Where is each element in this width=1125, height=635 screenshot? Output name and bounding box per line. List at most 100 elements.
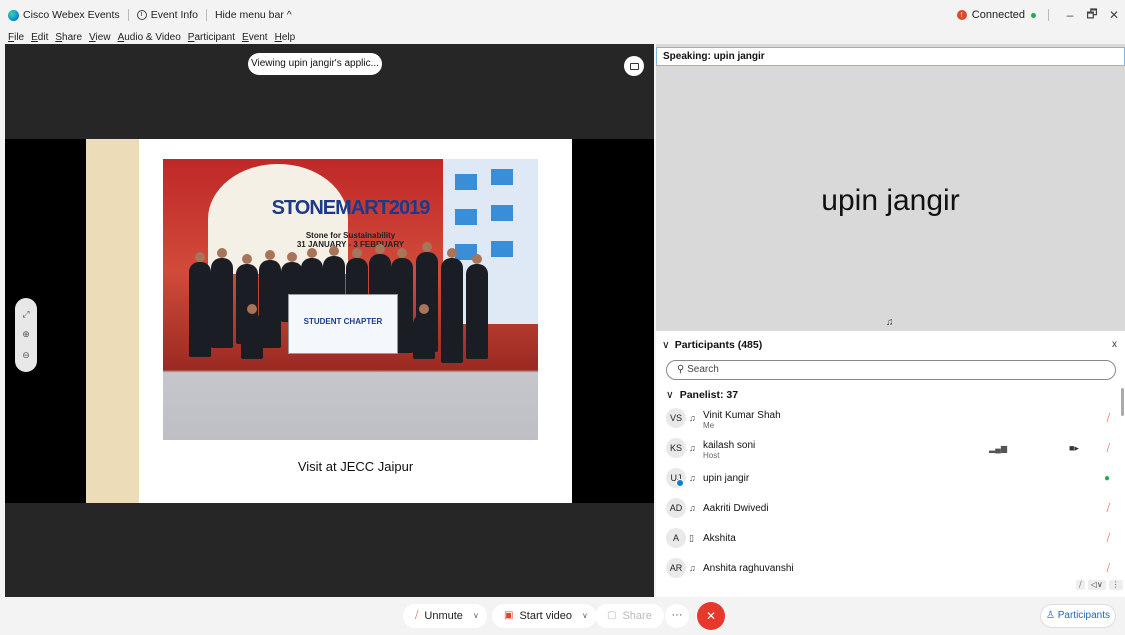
connection-status[interactable]: Connected [972,9,1025,21]
menu-event[interactable]: Event [242,32,268,43]
participant-role: Me [703,421,715,430]
mic-on-icon[interactable]: ● [1104,473,1110,484]
event-info-label: Event Info [150,9,198,21]
participant-row[interactable]: A ▯ Akshita ⧸ [656,523,1118,553]
mic-muted-icon[interactable]: ⧸ [1107,533,1110,544]
participant-row[interactable]: AD ♫ Aakriti Dwivedi ⧸ [656,493,1118,523]
avatar: A [666,528,686,548]
mic-muted-icon[interactable]: ⧸ [1107,443,1110,454]
event-info-button[interactable]: i Event Info [136,9,206,21]
app-title: Cisco Webex Events [8,9,128,21]
speaker-display-name: upin jangir [821,184,960,217]
hide-menu-button[interactable]: Hide menu bar ^ [215,9,300,21]
close-button[interactable]: ✕ [1103,8,1125,22]
mic-muted-icon[interactable]: ⧸ [1107,563,1110,574]
speaking-indicator: Speaking: upin jangir [656,47,1125,66]
chevron-down-icon[interactable]: ∨ [582,604,588,628]
fit-icon[interactable]: ⤢ [22,309,29,320]
zoom-out-icon[interactable]: ⊖ [22,350,30,361]
participants-scrollbar[interactable] [1121,388,1124,416]
divider [127,9,129,21]
share-icon: ▢ [607,610,617,621]
participant-name: Akshita [703,533,736,544]
title-bar: Cisco Webex Events i Event Info Hide men… [0,0,1125,30]
start-video-label: Start video [519,610,573,622]
mic-muted-icon[interactable]: ⧸ [1107,413,1110,424]
viewing-label[interactable]: Viewing upin jangir's applic... [248,53,382,75]
camera-icon[interactable]: ■▸ [1069,443,1079,454]
zoom-toolbar: ⤢ ⊕ ⊖ [15,298,37,372]
leave-meeting-button[interactable]: ✕ [697,602,725,630]
search-placeholder: Search [687,364,719,375]
participant-row[interactable]: KS ♫ kailash soni Host ▂▄▆ ■▸ ⧸ [656,433,1118,463]
connection-status-icon: ! [956,10,967,20]
menu-share[interactable]: Share [55,32,82,43]
participants-button[interactable]: ♙ Participants [1040,604,1116,628]
layout-icon [629,62,639,70]
announce-icon[interactable]: ◁∨ [1087,580,1106,590]
video-off-icon: ▣ [504,610,514,621]
minimize-button[interactable]: – [1059,8,1081,22]
avatar: AD [666,498,686,518]
unmute-button[interactable]: ⧸ Unmute ∨ [403,604,487,628]
chevron-down-icon: ∨ [662,339,670,351]
photo-banner: STUDENT CHAPTER [288,294,398,354]
info-icon: i [136,10,147,20]
slide-caption: Visit at JECC Jaipur [297,459,414,474]
menu-edit[interactable]: Edit [31,32,48,43]
photo-title: STONEMART2019 [271,197,431,219]
avatar: VS [666,408,686,428]
app-name: Cisco Webex Events [23,9,120,21]
participant-row[interactable]: AR ♫ Anshita raghuvanshi ⧸ [656,553,1118,583]
zoom-in-icon[interactable]: ⊕ [22,329,30,340]
participant-name: kailash soni [703,440,756,451]
panel-mini-toolbar: ⧸ ◁∨ ⋮ [1076,580,1123,590]
audio-icon: ♫ [689,473,696,483]
start-video-button[interactable]: ▣ Start video ∨ [492,604,596,628]
presence-icon [676,479,684,487]
share-button[interactable]: ▢ Share [595,604,664,628]
avatar: KS [666,438,686,458]
audio-icon: ♫ [689,503,696,513]
audio-icon: ♫ [689,563,696,573]
menu-view[interactable]: View [89,32,111,43]
menu-audio-video[interactable]: Audio & Video [118,32,181,43]
participants-label: Participants [1057,610,1110,621]
mute-all-icon[interactable]: ⧸ [1076,580,1085,590]
layout-button[interactable] [624,56,644,76]
avatar: AR [666,558,686,578]
participant-row[interactable]: UJ ♫ upin jangir ● [656,463,1118,493]
unmute-label: Unmute [424,610,463,622]
participant-name: upin jangir [703,473,750,484]
menu-file[interactable]: File [8,32,24,43]
divider [205,9,207,21]
speaking-prefix: Speaking: [663,51,711,62]
hide-menu-label: Hide menu bar ^ [214,9,292,21]
participants-panel: ∨ Participants (485) x ⚲ Search ∨ Panelist… [656,331,1125,597]
participant-search-input[interactable]: ⚲ Search [666,360,1116,380]
phone-icon: ▯ [689,532,694,543]
more-options-icon[interactable]: ⋮ [1108,580,1123,590]
slide-photo: STONEMART2019 Stone for Sustainability 3… [163,159,538,440]
mic-muted-icon[interactable]: ⧸ [1107,503,1110,514]
speaking-name: upin jangir [713,51,765,62]
close-panel-button[interactable]: x [1112,339,1117,350]
restore-button[interactable]: 🗗 [1081,5,1103,26]
participants-header[interactable]: ∨ Participants (485) [662,339,762,351]
presentation-slide: STONEMART2019 Stone for Sustainability 3… [86,139,572,503]
participant-list: VS ♫ Vinit Kumar Shah Me ⧸ KS ♫ kailash … [656,403,1118,583]
panelist-group-header[interactable]: ∨ Panelist: 37 [666,389,738,401]
menu-help[interactable]: Help [275,32,296,43]
participant-name: Anshita raghuvanshi [703,563,794,574]
audio-icon: ♫ [689,413,696,423]
menu-participant[interactable]: Participant [188,32,235,43]
mic-muted-icon: ⧸ [415,610,419,621]
participant-name: Vinit Kumar Shah [703,410,781,421]
chevron-down-icon[interactable]: ∨ [473,604,479,628]
window-controls: ! Connected – 🗗 ✕ [956,0,1125,30]
online-dot-icon [1031,12,1036,18]
avatar: UJ [666,468,686,488]
participant-name: Aakriti Dwivedi [703,503,769,514]
participant-row[interactable]: VS ♫ Vinit Kumar Shah Me ⧸ [656,403,1118,433]
more-options-button[interactable]: ··· [665,604,689,628]
